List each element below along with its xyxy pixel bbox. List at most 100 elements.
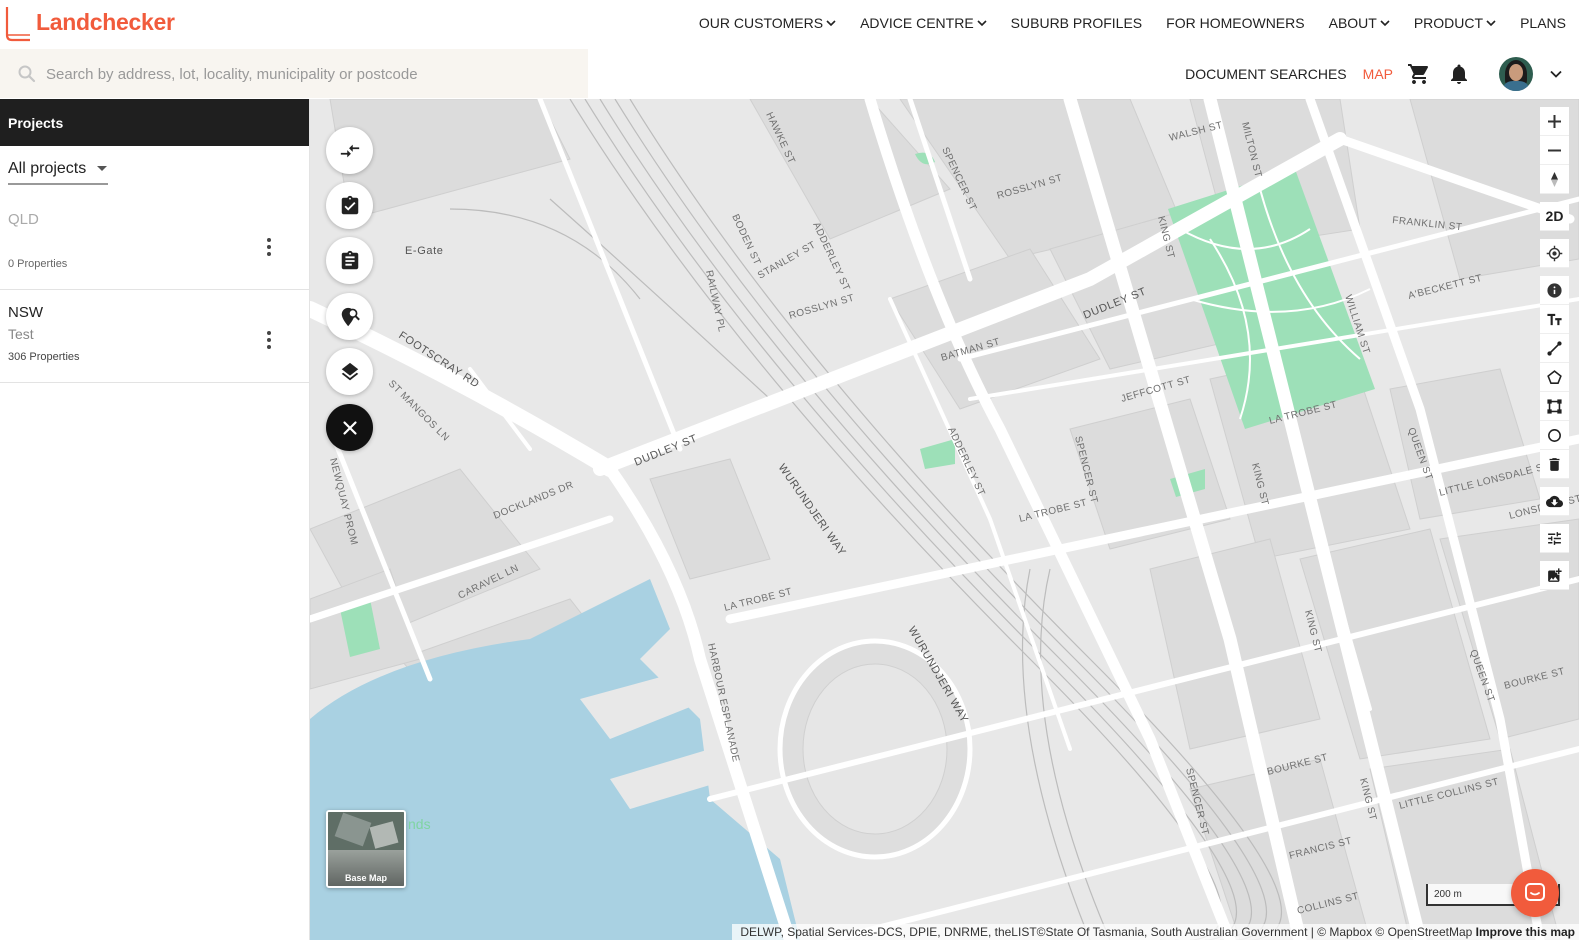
nav-about[interactable]: ABOUT	[1329, 15, 1390, 31]
map-toolbar: 2D	[1540, 107, 1569, 590]
map-attribution: DELWP, Spatial Services-DCS, DPIE, DNRME…	[732, 924, 1579, 940]
polygon-tool-button[interactable]	[1540, 363, 1569, 392]
toggle-2d-label: 2D	[1545, 208, 1564, 224]
base-map[interactable]: E-Gate FOOTSCRAY RD DUDLEY ST DUDLEY ST …	[310, 99, 1579, 940]
filter-sliders-icon	[1548, 531, 1561, 545]
chat-button[interactable]	[1511, 869, 1559, 917]
project-filter-dropdown[interactable]: All projects	[8, 160, 109, 185]
location-search-icon	[341, 307, 360, 326]
cart-icon[interactable]	[1407, 62, 1431, 86]
close-icon	[342, 420, 357, 435]
checklist-button[interactable]	[326, 182, 373, 229]
line-tool-icon	[1547, 340, 1562, 356]
delete-drawing-button[interactable]	[1540, 450, 1569, 479]
chevron-down-icon	[826, 20, 836, 27]
caret-down-icon	[97, 166, 108, 171]
toggle-2d-button[interactable]: 2D	[1540, 202, 1569, 231]
improve-map-link[interactable]: Improve this map	[1476, 925, 1575, 939]
compare-icon	[340, 144, 359, 157]
layers-icon	[341, 362, 358, 380]
nav-label: ADVICE CENTRE	[860, 15, 974, 31]
search-icon	[18, 65, 36, 83]
download-button[interactable]	[1540, 487, 1569, 516]
text-tool-icon	[1547, 313, 1562, 325]
project-property-count: 0 Properties	[8, 258, 68, 270]
project-description: Test	[8, 326, 34, 342]
nav-label: PRODUCT	[1413, 15, 1484, 31]
top-header: Landchecker OUR CUSTOMERS ADVICE CENTRE …	[0, 0, 1579, 48]
notes-button[interactable]	[326, 237, 373, 284]
compass-button[interactable]	[1540, 165, 1569, 194]
project-item[interactable]: QLD 0 Properties	[0, 197, 309, 290]
nav-product[interactable]: PRODUCT	[1414, 15, 1496, 31]
logo-mark-icon	[5, 7, 30, 42]
map-link[interactable]: MAP	[1363, 66, 1393, 82]
close-tools-button[interactable]	[326, 404, 373, 451]
search-input[interactable]	[46, 61, 576, 87]
layers-button[interactable]	[326, 348, 373, 395]
clipboard-icon	[341, 250, 358, 269]
square-tool-button[interactable]	[1540, 392, 1569, 421]
logo[interactable]: Landchecker	[4, 6, 175, 42]
nav-our-customers[interactable]: OUR CUSTOMERS	[699, 15, 836, 31]
download-icon	[1546, 495, 1563, 507]
line-tool-button[interactable]	[1540, 334, 1569, 363]
nav-label: PLANS	[1520, 15, 1566, 31]
basemap-label: Base Map	[344, 873, 388, 883]
basemap-toggle[interactable]: Base Map	[326, 810, 406, 888]
locate-icon	[1546, 245, 1563, 261]
panel-title: Projects	[0, 99, 309, 146]
text-tool-button[interactable]	[1540, 305, 1569, 334]
projects-panel: Projects All projects QLD 0 Properties N…	[0, 99, 310, 940]
logo-text: Landchecker	[36, 8, 175, 35]
chevron-down-icon	[977, 20, 987, 27]
nav-label: FOR HOMEOWNERS	[1166, 15, 1305, 31]
more-vert-icon[interactable]	[265, 237, 273, 257]
circle-tool-icon	[1548, 428, 1561, 442]
more-vert-icon[interactable]	[265, 330, 273, 350]
map-label-partial: nds	[408, 816, 431, 832]
project-filter-label: All projects	[8, 160, 87, 177]
compass-icon	[1551, 171, 1558, 187]
nav-advice-centre[interactable]: ADVICE CENTRE	[860, 15, 987, 31]
nav-label: OUR CUSTOMERS	[698, 15, 824, 31]
map-label: E-Gate	[405, 245, 443, 257]
locate-button[interactable]	[1540, 239, 1569, 268]
circle-tool-button[interactable]	[1540, 421, 1569, 450]
polygon-tool-icon	[1547, 369, 1562, 384]
chat-icon	[1525, 883, 1545, 901]
location-search-button[interactable]	[326, 293, 373, 340]
project-name: QLD	[8, 211, 39, 228]
project-item[interactable]: NSW Test 306 Properties	[0, 290, 309, 383]
search-bar	[0, 49, 588, 98]
header-actions: DOCUMENT SEARCHES MAP	[1185, 56, 1563, 92]
chevron-down-icon	[1380, 20, 1390, 27]
zoom-out-icon	[1548, 149, 1561, 151]
zoom-in-icon	[1548, 114, 1561, 128]
compare-button[interactable]	[326, 127, 373, 174]
map-canvas[interactable]: E-Gate FOOTSCRAY RD DUDLEY ST DUDLEY ST …	[310, 99, 1579, 940]
project-description	[8, 233, 301, 247]
add-image-button[interactable]	[1540, 561, 1569, 590]
nav-label: SUBURB PROFILES	[1010, 15, 1143, 31]
chevron-down-icon[interactable]	[1549, 67, 1563, 81]
document-searches-link[interactable]: DOCUMENT SEARCHES	[1185, 66, 1347, 82]
zoom-out-button[interactable]	[1540, 136, 1569, 165]
filter-button[interactable]	[1540, 524, 1569, 553]
nav-plans[interactable]: PLANS	[1520, 15, 1566, 31]
trash-icon	[1549, 457, 1560, 471]
add-image-icon	[1548, 567, 1562, 582]
avatar[interactable]	[1499, 57, 1533, 91]
nav-suburb-profiles[interactable]: SUBURB PROFILES	[1011, 15, 1142, 31]
project-property-count: 306 Properties	[8, 351, 80, 363]
checklist-icon	[341, 195, 358, 214]
attribution-text: DELWP, Spatial Services-DCS, DPIE, DNRME…	[740, 925, 1473, 939]
nav-for-homeowners[interactable]: FOR HOMEOWNERS	[1166, 15, 1304, 31]
square-tool-icon	[1547, 398, 1562, 414]
main-nav: OUR CUSTOMERS ADVICE CENTRE SUBURB PROFI…	[699, 15, 1566, 31]
bell-icon[interactable]	[1447, 62, 1471, 86]
info-button[interactable]	[1540, 276, 1569, 305]
chevron-down-icon	[1486, 20, 1496, 27]
zoom-in-button[interactable]	[1540, 107, 1569, 136]
info-icon	[1547, 282, 1562, 298]
